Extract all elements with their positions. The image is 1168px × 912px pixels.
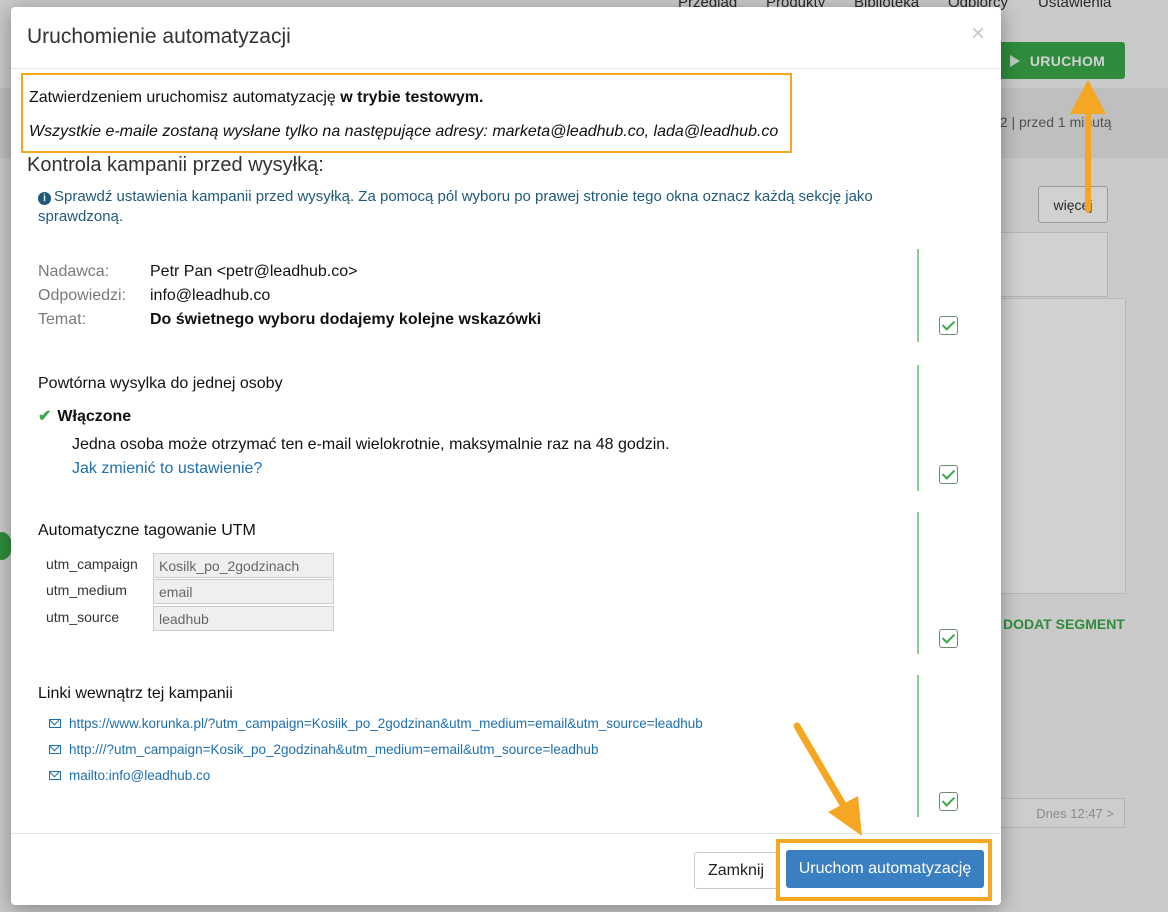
launch-automation-modal: Uruchomienie automatyzacji × Zatwierdzen… <box>11 7 1001 905</box>
campaign-link[interactable]: http:///?utm_campaign=Kosik_po_2godzinah… <box>49 742 598 757</box>
test-recipients-line: Wszystkie e-maile zostaną wysłane tylko … <box>29 123 779 140</box>
info-icon: i <box>38 192 51 205</box>
section-title: Kontrola kampanii przed wysyłką: <box>27 154 324 176</box>
links-checked-checkbox[interactable] <box>939 792 958 811</box>
campaign-link[interactable]: mailto:info@leadhub.co <box>49 768 210 783</box>
change-setting-link[interactable]: Jak zmienić to ustawienie? <box>72 460 262 478</box>
envelope-icon <box>49 719 61 728</box>
close-icon[interactable]: × <box>971 22 985 46</box>
utm-checked-checkbox[interactable] <box>939 629 958 648</box>
checkmark-icon: ✔ <box>38 408 52 425</box>
campaign-link[interactable]: https://www.korunka.pl/?utm_campaign=Kos… <box>49 716 703 731</box>
utm-medium-field[interactable] <box>153 579 334 604</box>
close-button[interactable]: Zamknij <box>694 852 778 889</box>
info-message: i Sprawdź ustawienia kampanii przed wysył… <box>38 188 873 225</box>
section-divider <box>917 675 919 817</box>
sender-label: Nadawca: <box>38 263 110 280</box>
resend-title: Powtórna wysylka do jednej osoby <box>38 375 283 392</box>
test-mode-line: Zatwierdzeniem uruchomisz automatyzację … <box>29 89 484 106</box>
section-divider <box>917 512 919 654</box>
section-divider <box>917 249 919 342</box>
test-mode-notice: Zatwierdzeniem uruchomisz automatyzację … <box>21 73 792 153</box>
resend-status: ✔ Włączone <box>38 408 132 425</box>
launch-automation-button[interactable]: Uruchom automatyzację <box>786 850 984 888</box>
subject-value: Do świetnego wyboru dodajemy kolejne wsk… <box>150 311 542 328</box>
utm-source-label: utm_source <box>46 609 120 625</box>
utm-title: Automatyczne tagowanie UTM <box>38 522 256 539</box>
reply-to-value: info@leadhub.co <box>150 287 271 304</box>
section-divider <box>917 365 919 491</box>
sender-checked-checkbox[interactable] <box>939 316 958 335</box>
launch-button-highlight: Uruchom automatyzację <box>776 839 992 901</box>
resend-description: Jedna osoba może otrzymać ten e-mail wie… <box>72 436 670 453</box>
reply-to-label: Odpowiedzi: <box>38 287 127 304</box>
utm-campaign-label: utm_campaign <box>46 556 138 572</box>
envelope-icon <box>49 771 61 780</box>
modal-footer: Zamknij Uruchom automatyzację <box>11 833 1001 905</box>
modal-title: Uruchomienie automatyzacji <box>27 25 291 48</box>
envelope-icon <box>49 745 61 754</box>
utm-medium-label: utm_medium <box>46 582 127 598</box>
links-title: Linki wewnątrz tej kampanii <box>38 685 233 702</box>
utm-campaign-field[interactable] <box>153 553 334 578</box>
utm-source-field[interactable] <box>153 606 334 631</box>
sender-value: Petr Pan <petr@leadhub.co> <box>150 263 358 280</box>
modal-header: Uruchomienie automatyzacji × <box>11 7 1001 69</box>
subject-label: Temat: <box>38 311 87 328</box>
resend-checked-checkbox[interactable] <box>939 465 958 484</box>
